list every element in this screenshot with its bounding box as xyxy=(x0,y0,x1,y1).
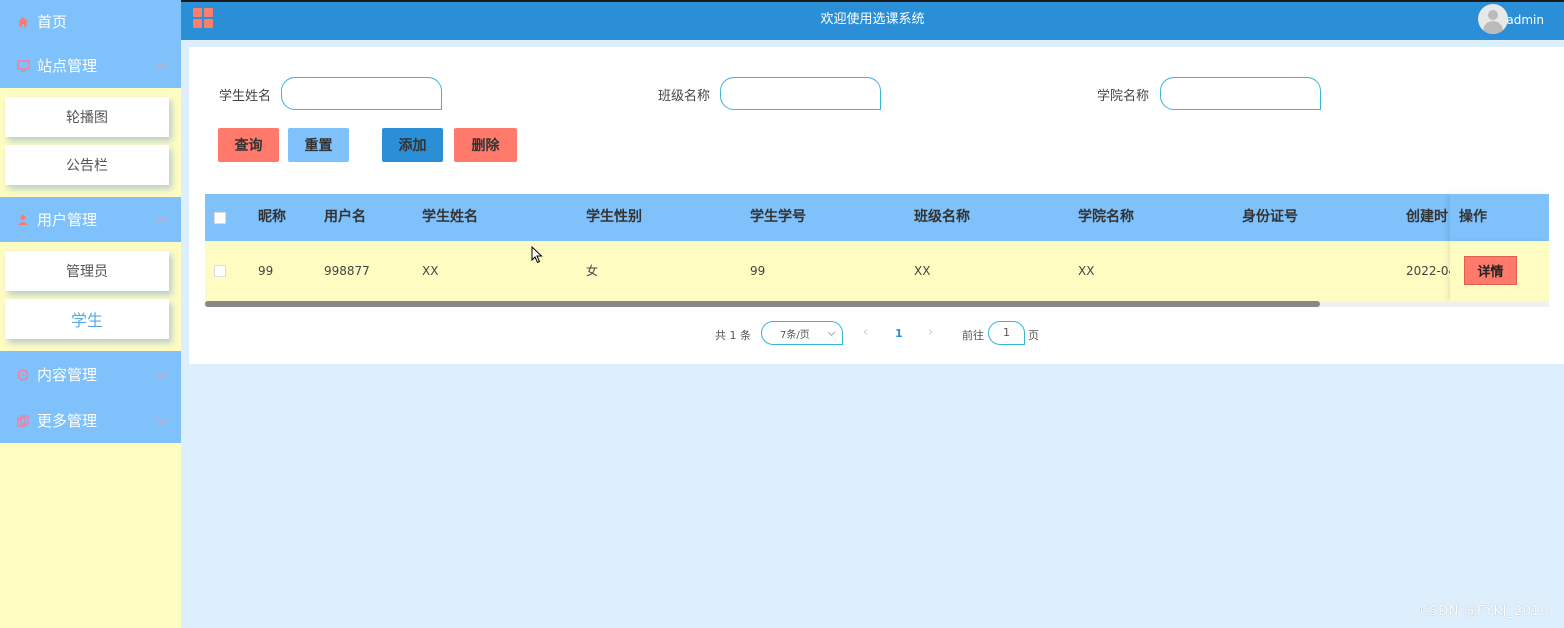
column-header: 创建时 xyxy=(1406,209,1448,225)
table-row: 99 998877 XX 女 99 XX XX 2022-04- xyxy=(205,241,1549,301)
sidebar-item-notice[interactable]: 公告栏 xyxy=(5,145,169,185)
fixed-action-column: 操作 详情 xyxy=(1450,194,1549,301)
college-name-input[interactable] xyxy=(1160,77,1321,110)
total-count: 共 1 条 xyxy=(715,329,751,342)
class-name-input[interactable] xyxy=(720,77,881,110)
copy-icon xyxy=(16,414,30,428)
goto-page-input[interactable]: 1 xyxy=(988,321,1025,345)
submenu-user: 管理员 学生 xyxy=(0,242,181,351)
sidebar-group-content[interactable]: 内容管理 xyxy=(0,351,181,398)
query-button[interactable]: 查询 xyxy=(218,128,279,162)
cell-name: XX xyxy=(422,264,439,278)
chevron-up-icon xyxy=(155,215,167,228)
cell-class-name: XX xyxy=(914,264,931,278)
sidebar: 首页 站点管理 轮播图 公告栏 用户管理 管理员 学生 内容管理 更多管理 xyxy=(0,0,181,628)
add-button[interactable]: 添加 xyxy=(382,128,443,162)
class-name-label: 班级名称 xyxy=(658,89,711,104)
student-name-label: 学生姓名 xyxy=(219,89,272,104)
page-title: 欢迎使用选课系统 xyxy=(820,12,925,27)
cell-nickname: 99 xyxy=(258,264,274,278)
chevron-down-icon xyxy=(827,328,836,337)
next-page-icon[interactable]: › xyxy=(928,325,933,340)
cell-student-no: 99 xyxy=(750,264,766,278)
column-header-action: 操作 xyxy=(1450,194,1549,241)
home-icon xyxy=(16,15,30,29)
sidebar-group-label: 更多管理 xyxy=(37,412,98,430)
sidebar-item-student[interactable]: 学生 xyxy=(5,299,169,339)
content-panel: 学生姓名 班级名称 学院名称 查询 重置 添加 删除 昵称 用户名 学生姓名 学… xyxy=(189,47,1564,364)
student-table: 昵称 用户名 学生姓名 学生性别 学生学号 班级名称 学院名称 身份证号 创建时… xyxy=(205,194,1549,307)
detail-button[interactable]: 详情 xyxy=(1464,256,1517,285)
student-name-input[interactable] xyxy=(281,77,442,110)
page-size-select[interactable]: 7条/页 xyxy=(761,321,843,345)
sidebar-item-home[interactable]: 首页 xyxy=(0,0,181,43)
row-checkbox[interactable] xyxy=(214,265,226,277)
watermark: CSDN @FYKJ_2010 xyxy=(1419,604,1549,619)
column-header: 学生姓名 xyxy=(422,209,478,225)
goto-suffix: 页 xyxy=(1028,329,1039,342)
column-header: 学生性别 xyxy=(586,209,642,225)
goto-prefix: 前往 xyxy=(962,329,984,342)
column-header: 学生学号 xyxy=(750,209,806,225)
cell-college: XX xyxy=(1078,264,1095,278)
monitor-icon xyxy=(16,59,30,73)
user-icon xyxy=(16,213,30,227)
column-header: 昵称 xyxy=(258,209,286,225)
top-header: 欢迎使用选课系统 admin xyxy=(181,0,1564,40)
sidebar-item-label: 首页 xyxy=(37,13,68,31)
sidebar-group-label: 站点管理 xyxy=(37,57,98,75)
page-size-value: 7条/页 xyxy=(780,329,810,341)
username[interactable]: admin xyxy=(1506,2,1544,38)
cell-gender: 女 xyxy=(586,264,599,278)
column-header: 学院名称 xyxy=(1078,209,1134,225)
cell-username: 998877 xyxy=(324,264,370,278)
main-content: 学生姓名 班级名称 学院名称 查询 重置 添加 删除 昵称 用户名 学生姓名 学… xyxy=(181,40,1564,628)
chevron-up-icon xyxy=(155,61,167,74)
chevron-down-icon xyxy=(155,366,167,379)
sidebar-item-carousel[interactable]: 轮播图 xyxy=(5,97,169,137)
column-header: 班级名称 xyxy=(914,209,970,225)
table-header: 昵称 用户名 学生姓名 学生性别 学生学号 班级名称 学院名称 身份证号 创建时 xyxy=(205,194,1549,241)
chat-icon xyxy=(16,368,30,382)
chevron-down-icon xyxy=(155,412,167,425)
sidebar-group-label: 内容管理 xyxy=(37,366,98,384)
mouse-cursor-icon xyxy=(531,245,543,268)
sidebar-group-more[interactable]: 更多管理 xyxy=(0,398,181,443)
prev-page-icon[interactable]: ‹ xyxy=(863,325,868,340)
column-header: 身份证号 xyxy=(1242,209,1298,225)
delete-button[interactable]: 删除 xyxy=(454,128,517,162)
pagination: 共 1 条 7条/页 ‹ 1 › 前往 1 页 xyxy=(189,321,1564,347)
action-cell: 详情 xyxy=(1450,241,1549,301)
horizontal-scrollbar[interactable] xyxy=(205,301,1549,307)
college-name-label: 学院名称 xyxy=(1097,89,1150,104)
current-page[interactable]: 1 xyxy=(895,327,903,340)
column-header: 用户名 xyxy=(324,209,366,225)
scrollbar-thumb[interactable] xyxy=(205,301,1320,307)
sidebar-group-label: 用户管理 xyxy=(37,211,98,229)
select-all-checkbox[interactable] xyxy=(214,212,226,224)
sidebar-group-user[interactable]: 用户管理 xyxy=(0,197,181,242)
avatar[interactable] xyxy=(1478,4,1508,34)
submenu-site: 轮播图 公告栏 xyxy=(0,88,181,197)
reset-button[interactable]: 重置 xyxy=(288,128,349,162)
sidebar-item-admin[interactable]: 管理员 xyxy=(5,251,169,291)
search-form: 学生姓名 班级名称 学院名称 xyxy=(189,77,1564,111)
sidebar-group-site[interactable]: 站点管理 xyxy=(0,43,181,88)
